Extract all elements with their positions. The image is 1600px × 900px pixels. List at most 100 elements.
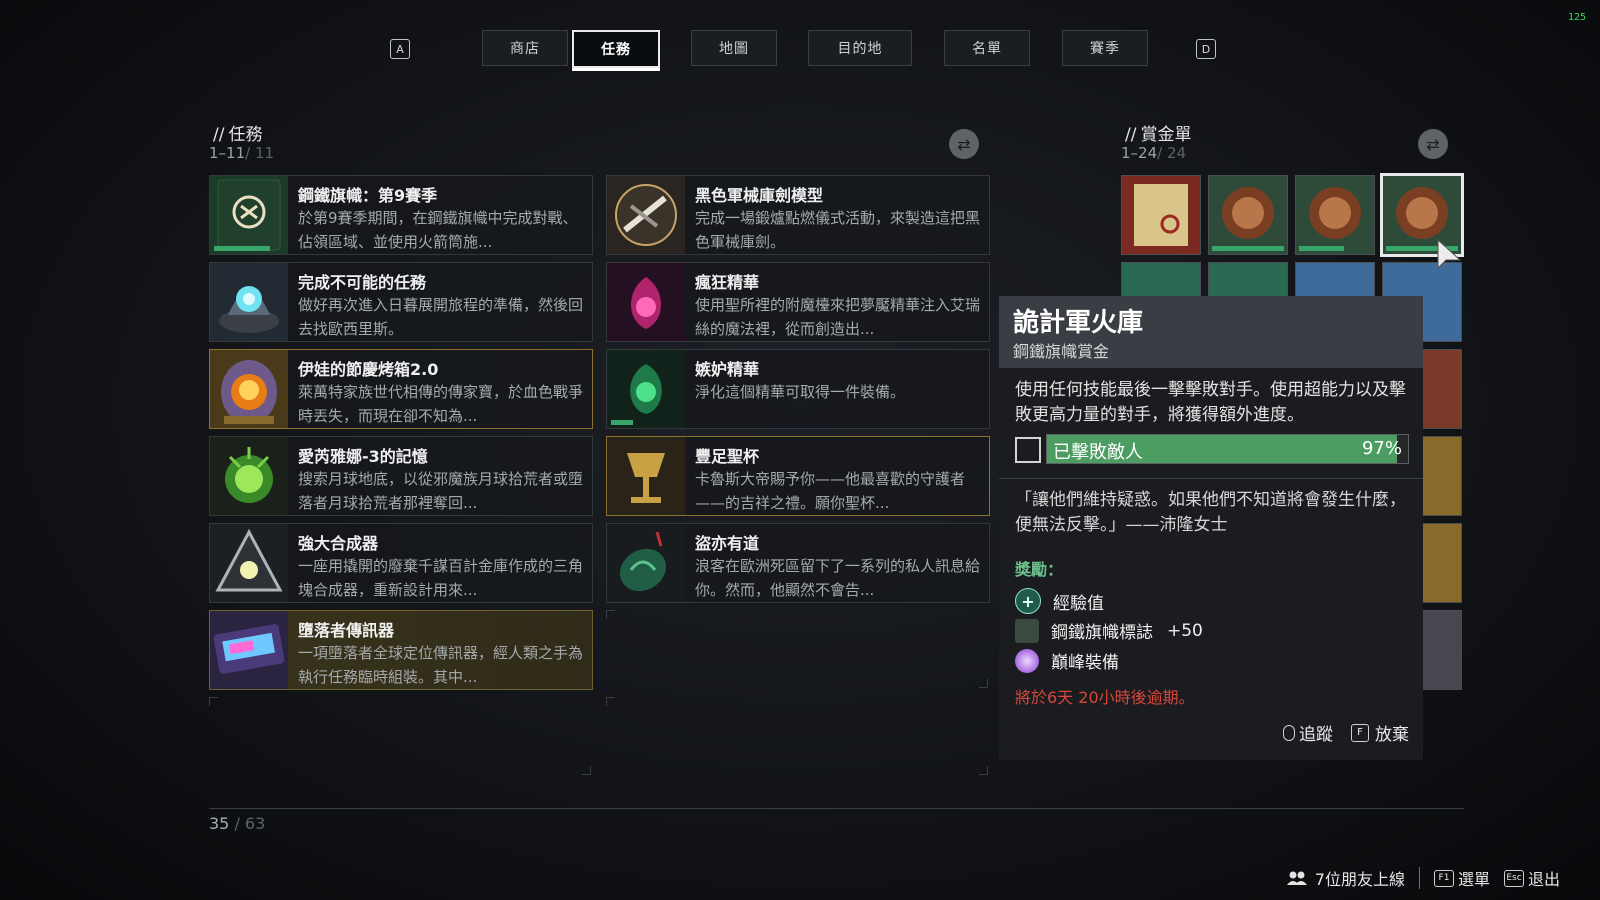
tooltip-description: 使用任何技能最後一擊擊敗對手。使用超能力以及擊敗更高力量的對手，將獲得額外進度。 <box>1015 380 1406 425</box>
bounties-title: //賞金單 <box>1125 125 1192 145</box>
empty-quest-slot <box>606 610 988 688</box>
empty-quest-slot <box>209 697 591 775</box>
bounty-tile[interactable] <box>1208 175 1288 255</box>
quest-name: 完成不可能的任務 <box>298 273 427 292</box>
tooltip-divider <box>999 478 1423 479</box>
quest-name: 黑色軍械庫劍模型 <box>695 186 824 205</box>
empty-quest-slot <box>606 697 988 775</box>
quest-desc: 萊萬特家族世代相傳的傳家寶，於血色戰爭時丟失，而現在卻不知為... <box>298 383 584 425</box>
friends-online[interactable]: 7位朋友上線 <box>1286 866 1405 890</box>
quest-name: 豐足聖杯 <box>695 447 760 466</box>
quest-name: 嫉妒精華 <box>695 360 760 379</box>
quest-card[interactable]: 盜亦有道 浪客在歐洲死區留下了一系列的私人訊息給你。然而，他顯然不會告... <box>606 523 990 603</box>
quest-card[interactable]: 鋼鐵旗幟：第9賽季 於第9賽季期間，在鋼鐵旗幟中完成對戰、佔領區域、並使用火箭筒… <box>209 175 593 255</box>
chalice-icon <box>607 437 685 515</box>
quest-desc: 淨化這個精華可取得一件裝備。 <box>695 383 906 401</box>
tooltip-body: 使用任何技能最後一擊擊敗對手。使用超能力以及擊敗更高力量的對手，將獲得額外進度。… <box>999 368 1423 760</box>
quest-desc: 浪客在歐洲死區留下了一系列的私人訊息給你。然而，他顯然不會告... <box>695 557 981 599</box>
exit-action[interactable]: Esc 退出 <box>1503 866 1560 890</box>
tooltip-lore: 「讓他們維持疑惑。如果他們不知道將會發生什麼，便無法反擊。」——沛隆女士 <box>1015 490 1406 535</box>
tab-season[interactable]: 賽季 <box>1062 30 1148 66</box>
tab-quests[interactable]: 任務 <box>572 30 660 71</box>
quest-name: 墮落者傳訊器 <box>298 621 395 640</box>
quest-name: 瘋狂精華 <box>695 273 760 292</box>
synthesizer-icon <box>210 524 288 602</box>
quest-card[interactable]: 愛芮雅娜-3的記憶 搜索月球地底，以從邪魔族月球拾荒者或墮落者月球拾荒者那裡奪回… <box>209 436 593 516</box>
tab-map[interactable]: 地圖 <box>691 30 777 66</box>
menu-key: F1 <box>1433 869 1454 887</box>
quest-card[interactable]: 嫉妒精華 淨化這個精華可取得一件裝備。 <box>606 349 990 429</box>
quests-title: //任務 <box>213 125 263 145</box>
madness-essence-icon <box>607 263 685 341</box>
quest-card[interactable]: 瘋狂精華 使用聖所裡的附魔檯來把夢魘精華注入艾瑞絲的魔法裡，從而創造出... <box>606 262 990 342</box>
objective-bar: 已擊敗敵人 97% <box>1046 434 1409 464</box>
reward-item: 鋼鐵旗幟標誌 +50 <box>1015 618 1203 643</box>
tooltip-header: 詭計軍火庫 鋼鐵旗幟賞金 <box>999 296 1423 368</box>
track-label: 追蹤 <box>1299 725 1333 745</box>
jade-pendant-icon <box>607 524 685 602</box>
bounty-tile[interactable] <box>1121 175 1201 255</box>
abandon-label: 放棄 <box>1375 725 1409 745</box>
memory-orb-icon <box>210 437 288 515</box>
nav-left-key[interactable]: A <box>390 39 410 59</box>
swap-quests-button[interactable]: ⇄ <box>949 129 979 159</box>
fps-counter: 125 <box>1567 12 1586 23</box>
quest-desc: 於第9賽季期間，在鋼鐵旗幟中完成對戰、佔領區域、並使用火箭筒施... <box>298 209 578 251</box>
swap-bounties-button[interactable]: ⇄ <box>1418 129 1448 159</box>
rewards-heading: 獎勵： <box>1015 560 1064 579</box>
quest-card[interactable]: 強大合成器 一座用撬開的廢棄千謀百計金庫作成的三角塊合成器，重新設計用來... <box>209 523 593 603</box>
quest-desc: 做好再次進入日暮展開旅程的準備，然後回去找歐西里斯。 <box>298 296 584 338</box>
footer-bar: 7位朋友上線 F1 選單 Esc 退出 <box>1273 866 1560 890</box>
cursor-arrow-icon <box>1437 238 1462 270</box>
quests-count: 1–11/ 11 <box>209 144 274 162</box>
quest-card[interactable]: 伊娃的節慶烤箱2.0 萊萬特家族世代相傳的傳家寶，於血色戰爭時丟失，而現在卻不知… <box>209 349 593 429</box>
inventory-total: / 63 <box>234 814 266 833</box>
tab-store[interactable]: 商店 <box>482 30 568 66</box>
xp-plus-icon: + <box>1015 588 1041 614</box>
menu-action[interactable]: F1 選單 <box>1433 866 1490 890</box>
tab-roster[interactable]: 名單 <box>944 30 1030 66</box>
quest-card[interactable]: 黑色軍械庫劍模型 完成一場鍛爐點燃儀式活動，來製造這把黑色軍械庫劍。 <box>606 175 990 255</box>
quests-range: 1–11 <box>209 144 246 162</box>
bounty-tile[interactable] <box>1295 175 1375 255</box>
objective-row: 已擊敗敵人 97% <box>1015 434 1409 464</box>
bounty-progress-bar <box>1299 246 1344 251</box>
mouse-icon <box>1283 724 1295 741</box>
objective-percent: 97% <box>1361 438 1402 459</box>
exit-key: Esc <box>1503 869 1524 887</box>
bottom-divider <box>209 808 1464 809</box>
treasure-map-icon <box>1134 184 1188 246</box>
objective-label: 已擊敗敵人 <box>1053 442 1143 463</box>
objective-checkbox <box>1015 437 1041 463</box>
quest-desc: 完成一場鍛爐點燃儀式活動，來製造這把黑色軍械庫劍。 <box>695 209 981 251</box>
track-action[interactable]: 追蹤 <box>1283 720 1333 745</box>
reward-amount: +50 <box>1167 620 1203 641</box>
tab-destinations[interactable]: 目的地 <box>808 30 912 66</box>
friends-label: 7位朋友上線 <box>1314 870 1405 889</box>
envy-essence-icon <box>607 350 685 428</box>
bounties-total: / 24 <box>1157 144 1187 162</box>
quest-progress-bar <box>214 246 270 251</box>
reward-item: + 經驗值 <box>1015 588 1104 614</box>
quest-name: 鋼鐵旗幟：第9賽季 <box>298 186 438 205</box>
holiday-oven-icon <box>210 350 288 428</box>
tooltip-actions: 追蹤 F 放棄 <box>1283 720 1409 745</box>
quest-card[interactable]: 完成不可能的任務 做好再次進入日暮展開旅程的準備，然後回去找歐西里斯。 <box>209 262 593 342</box>
iron-banner-emblem-icon <box>1309 187 1361 239</box>
quest-name: 愛芮雅娜-3的記憶 <box>298 447 428 466</box>
quest-card[interactable]: 墮落者傳訊器 一項墮落者全球定位傳訊器，經人類之手為執行任務臨時組裝。其中... <box>209 610 593 690</box>
bounties-range: 1–24 <box>1121 144 1158 162</box>
inventory-count: 35 / 63 <box>209 814 265 833</box>
swap-arrows-icon: ⇄ <box>957 134 971 154</box>
fallen-transmitter-icon <box>210 611 288 689</box>
quest-name: 強大合成器 <box>298 534 379 553</box>
reward-label: 經驗值 <box>1053 593 1104 614</box>
footer-divider <box>1418 867 1420 889</box>
ghost-device-icon <box>210 263 288 341</box>
quest-card[interactable]: 豐足聖杯 卡魯斯大帝賜予你——他最喜歡的守護者——的吉祥之禮。願你聖杯... <box>606 436 990 516</box>
quest-desc: 搜索月球地底，以從邪魔族月球拾荒者或墮落者月球拾荒者那裡奪回... <box>298 470 584 512</box>
nav-right-key[interactable]: D <box>1196 39 1216 59</box>
exit-label: 退出 <box>1527 870 1560 889</box>
abandon-action[interactable]: F 放棄 <box>1351 720 1409 745</box>
bounties-count: 1–24/ 24 <box>1121 144 1186 162</box>
